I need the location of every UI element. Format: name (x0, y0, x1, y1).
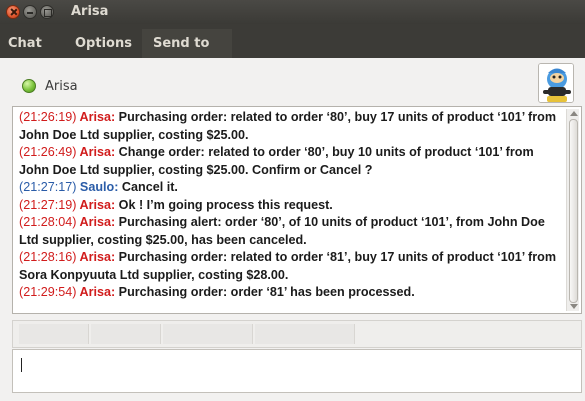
input-toolbar (12, 320, 582, 348)
scroll-thumb[interactable] (569, 119, 578, 303)
contact-name: Arisa (45, 79, 78, 94)
menu-send-to[interactable]: Send to (153, 36, 209, 51)
message-time: (21:27:19) (19, 197, 77, 212)
message-sender: Arisa: (79, 145, 116, 159)
close-window-icon[interactable] (6, 5, 20, 19)
message-text: Purchasing order: order ‘81’ has been pr… (118, 285, 415, 299)
chat-scrollbar[interactable] (566, 109, 579, 311)
message-input[interactable] (12, 349, 582, 393)
message-time: (21:26:49) (19, 145, 77, 159)
message-text: Ok ! I’m going process this request. (118, 197, 333, 212)
message-sender: Arisa: (79, 285, 116, 299)
menu-options[interactable]: Options (75, 36, 132, 51)
message-list: (21:26:19) Arisa: Purchasing order: rela… (19, 109, 565, 302)
message-text: Cancel it. (121, 180, 178, 194)
contact-header (0, 58, 585, 104)
window-title: Arisa (71, 4, 109, 19)
toolbar-segment[interactable] (19, 324, 89, 344)
message: (21:26:49) Arisa: Change order: related … (19, 144, 565, 179)
message-time: (21:29:54) (19, 285, 77, 299)
toolbar-segment[interactable] (91, 324, 161, 344)
maximize-window-icon[interactable] (40, 5, 54, 19)
contact-avatar[interactable] (538, 63, 574, 103)
message-time: (21:28:16) (19, 250, 77, 264)
message-time: (21:26:19) (19, 110, 77, 124)
message: (21:26:19) Arisa: Purchasing order: rela… (19, 109, 565, 144)
message: (21:29:54) Arisa: Purchasing order: orde… (19, 284, 565, 302)
text-caret (21, 358, 22, 372)
message: (21:28:04) Arisa: Purchasing alert: orde… (19, 214, 565, 249)
menu-chat[interactable]: Chat (8, 36, 42, 51)
online-status-icon (22, 79, 36, 93)
scroll-down-arrow-icon[interactable] (570, 304, 578, 309)
minimize-window-icon[interactable] (23, 5, 37, 19)
message-sender: Arisa: (79, 197, 116, 212)
message-time: (21:28:04) (19, 215, 77, 229)
message-sender: Arisa: (79, 110, 116, 124)
message: (21:27:17) Saulo: Cancel it. (19, 179, 565, 197)
message: (21:28:16) Arisa: Purchasing order: rela… (19, 249, 565, 284)
message: (21:27:19) Arisa: Ok ! I’m going process… (19, 197, 565, 215)
message-sender: Saulo: (79, 180, 119, 194)
message-sender: Arisa: (79, 215, 116, 229)
message-time: (21:27:17) (19, 180, 77, 194)
chat-history[interactable]: (21:26:19) Arisa: Purchasing order: rela… (12, 106, 582, 314)
menu-bar: Chat Options Send to (0, 24, 585, 58)
robot-avatar-icon (539, 64, 573, 102)
toolbar-segment[interactable] (163, 324, 253, 344)
message-sender: Arisa: (79, 250, 116, 264)
title-bar: Arisa (0, 0, 585, 24)
scroll-up-arrow-icon[interactable] (570, 111, 578, 116)
toolbar-segment[interactable] (255, 324, 355, 344)
